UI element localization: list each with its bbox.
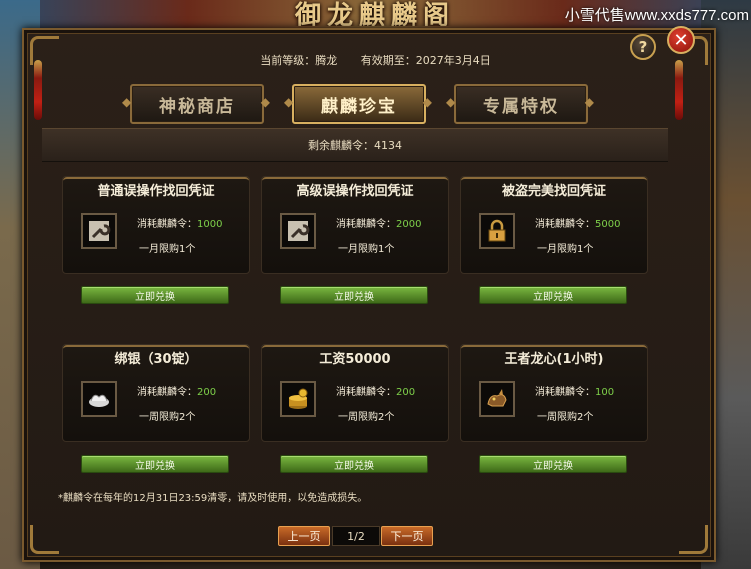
redeem-button[interactable]: 立即兑换 (479, 455, 627, 473)
current-level: 当前等级：腾龙 (260, 54, 338, 67)
close-icon: ✕ (673, 29, 689, 51)
watermark-text: 小雪代售www.xxds777.com (564, 7, 749, 24)
item-card: 高级误操作找回凭证 消耗麒麟令：2000 一月限购1个 (261, 176, 449, 274)
item-card: 绑银（30锭） 消耗麒麟令：200 一周限购2个 (62, 344, 250, 442)
redeem-button[interactable]: 立即兑换 (81, 286, 229, 304)
dragon-heart-icon[interactable] (479, 381, 515, 417)
tab-mystery-shop[interactable]: 神秘商店 (122, 84, 272, 124)
pagination: 上一页 1/2 下一页 (0, 526, 751, 546)
tab-exclusive-privilege[interactable]: 专属特权 (446, 84, 596, 124)
item-cost: 消耗麒麟令：200 (137, 383, 216, 398)
cost-value: 200 (396, 387, 416, 398)
cost-label: 消耗麒麟令： (535, 219, 595, 230)
cost-value: 1000 (197, 219, 223, 230)
redeem-button[interactable]: 立即兑换 (280, 286, 428, 304)
redeem-button[interactable]: 立即兑换 (479, 286, 627, 304)
cost-value: 5000 (595, 219, 621, 230)
cost-value: 200 (197, 387, 217, 398)
tab-bar: 神秘商店 麒麟珍宝 专属特权 (0, 84, 751, 124)
cost-label: 消耗麒麟令： (336, 387, 396, 398)
item-cost: 消耗麒麟令：5000 (535, 215, 620, 230)
item-card: 工资50000 消耗麒麟令：200 一周限购2个 (261, 344, 449, 442)
window-title: 御龙麒麟阁 (294, 0, 455, 27)
cost-value: 100 (595, 387, 615, 398)
item-cost: 消耗麒麟令：200 (336, 383, 415, 398)
item-name: 高级误操作找回凭证 (296, 184, 414, 199)
cost-label: 消耗麒麟令： (336, 219, 396, 230)
item-card: 被盗完美找回凭证 消耗麒麟令：5000 一月限购1个 (460, 176, 648, 274)
silver-ingot-icon[interactable] (81, 381, 117, 417)
cost-label: 消耗麒麟令： (535, 387, 595, 398)
page-indicator: 1/2 (332, 526, 380, 546)
purchase-limit: 一月限购1个 (338, 244, 395, 255)
item-card: 王者龙心(1小时) 消耗麒麟令：100 一周限购2个 (460, 344, 648, 442)
item-cost: 消耗麒麟令：1000 (137, 215, 222, 230)
remaining-tokens: 剩余麒麟令：4134 (42, 128, 668, 162)
purchase-limit: 一月限购1个 (537, 244, 594, 255)
lock-icon[interactable] (479, 213, 515, 249)
item-name: 工资50000 (319, 352, 391, 367)
purchase-limit: 一月限购1个 (139, 244, 196, 255)
item-name: 绑银（30锭） (114, 352, 198, 367)
expiry-date: 有效期至：2027年3月4日 (360, 54, 491, 67)
item-cost: 消耗麒麟令：100 (535, 383, 614, 398)
redeem-button[interactable]: 立即兑换 (280, 455, 428, 473)
tab-qilin-treasure[interactable]: 麒麟珍宝 (284, 84, 434, 124)
cost-label: 消耗麒麟令： (137, 387, 197, 398)
cost-label: 消耗麒麟令： (137, 219, 197, 230)
prev-page-button[interactable]: 上一页 (278, 526, 330, 546)
purchase-limit: 一周限购2个 (139, 412, 196, 423)
item-name: 王者龙心(1小时) (504, 352, 604, 367)
item-name: 普通误操作找回凭证 (97, 184, 215, 199)
wrench-icon[interactable] (280, 213, 316, 249)
gold-coins-icon[interactable] (280, 381, 316, 417)
cost-value: 2000 (396, 219, 422, 230)
item-card: 普通误操作找回凭证 消耗麒麟令：1000 一月限购1个 (62, 176, 250, 274)
reset-notice: *麒麟令在每年的12月31日23:59清零，请及时使用，以免造成损失。 (58, 493, 368, 504)
next-page-button[interactable]: 下一页 (381, 526, 433, 546)
item-cost: 消耗麒麟令：2000 (336, 215, 421, 230)
redeem-button[interactable]: 立即兑换 (81, 455, 229, 473)
item-name: 被盗完美找回凭证 (501, 184, 606, 199)
membership-info: 当前等级：腾龙 有效期至：2027年3月4日 (0, 52, 751, 68)
close-button[interactable]: ✕ (667, 26, 695, 54)
purchase-limit: 一周限购2个 (338, 412, 395, 423)
wrench-icon[interactable] (81, 213, 117, 249)
purchase-limit: 一周限购2个 (537, 412, 594, 423)
